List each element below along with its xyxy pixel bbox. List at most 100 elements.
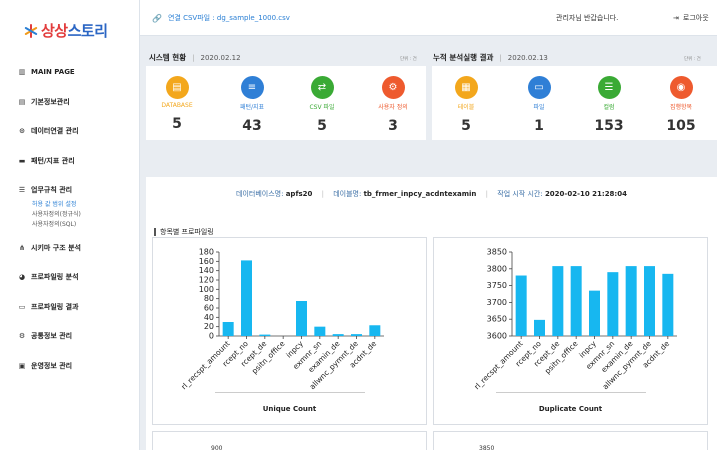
y-tick-label: 140 [199, 266, 214, 275]
stat-user-define: ⚙ 사용자 정의 3 [363, 66, 423, 134]
stat-label: 사용자 정의 [378, 104, 408, 111]
y-tick-label: 3700 [487, 298, 507, 307]
chart-title: Unique Count [262, 405, 317, 413]
sidebar-item-profiling-analysis[interactable]: ◕ 프로파일링 분석 [18, 271, 136, 283]
bar [607, 272, 619, 336]
sidebar-item-label: MAIN PAGE [31, 68, 75, 76]
system-status-date: 2020.02.12 [200, 54, 241, 62]
stat-label: 컬럼 [603, 104, 615, 111]
logo-text-a: 상상 [41, 22, 68, 40]
sidebar-item-common-info[interactable]: ⚙ 공통정보 관리 [18, 330, 136, 342]
bar [662, 273, 674, 336]
bar [625, 266, 637, 336]
stat-database: ▤ DATABASE 5 [147, 66, 207, 132]
sidebar-item-pattern[interactable]: ▬ 패턴/지표 관리 [18, 155, 136, 167]
sidebar-item-label: 패턴/지표 관리 [31, 156, 75, 165]
sidebar-item-main-page[interactable]: ▥ MAIN PAGE [18, 66, 136, 78]
cumulative-panel: ▦ 테이블 5 ▭ 파일 1 ☰ 컬럼 153 ◉ 집행항목 105 [432, 66, 717, 140]
stat-label: 집행항목 [669, 104, 693, 111]
sidebar-nav: ▥ MAIN PAGE ▤ 기본정보관리 ⊙ 데이터연결 관리 ▬ 패턴/지표 관리 ☰… [18, 66, 136, 389]
link-icon: ⊙ [19, 127, 25, 135]
cumulative-date: 2020.02.13 [507, 54, 548, 62]
bar [515, 275, 527, 336]
sidebar-item-label: 프로파일링 결과 [31, 302, 79, 311]
pattern-icon: ≡ [240, 76, 264, 99]
bar [314, 326, 326, 336]
y-tick-label: 60 [204, 304, 214, 313]
y-tick-label: 0 [209, 332, 214, 341]
chart-svg: 360036503700375038003850rl_recspt_amount… [472, 248, 677, 391]
db-label: 데이터베이스명: [236, 190, 284, 198]
bar-chart-icon: ▥ [18, 68, 26, 76]
section-title: 항목별 프로파일링 [154, 227, 214, 237]
system-status-header: 시스템 현황 | 2020.02.12 [149, 53, 241, 62]
y-tick-label: 100 [199, 285, 214, 294]
logout-label: 로그아웃 [682, 14, 709, 22]
duplicate-count-chart: 3600 3650 3700 3750 3800 3850 rl_recspt_amount… [433, 237, 708, 425]
y-tick-label: 900 [211, 445, 223, 450]
bar [570, 266, 582, 336]
job-info: 데이터베이스명: apfs20 | 데이블명: tb_frmer_inpcy_a… [236, 190, 627, 198]
top-bar: 🔗 연결 CSV파일 : dg_sample_1000.csv 관리자님 반갑습… [140, 0, 717, 36]
sidebar-item-basic-info[interactable]: ▤ 기본정보관리 [18, 96, 136, 108]
stat-value: 5 [461, 118, 471, 134]
sidebar-item-profiling-result[interactable]: ▭ 프로파일링 결과 [18, 301, 136, 313]
logout-button[interactable]: ⇥ 로그아웃 [673, 13, 709, 23]
bar [351, 334, 362, 336]
sidebar-item-schema[interactable]: ⋔ 시키마 구조 분석 [18, 242, 136, 254]
logout-icon: ⇥ [673, 14, 679, 22]
cumulative-title: 누적 분석실행 결과 [433, 53, 494, 62]
y-tick-label: 3600 [487, 332, 507, 341]
monitor-icon: ▭ [18, 302, 26, 311]
sidebar: 상상스토리 ▥ MAIN PAGE ▤ 기본정보관리 ⊙ 데이터연결 관리 ▬ 패턴/지… [0, 0, 140, 450]
profiling-content: 데이터베이스명: apfs20 | 데이블명: tb_frmer_inpcy_a… [146, 177, 717, 450]
table-label: 데이블명: [333, 190, 362, 198]
bar [241, 260, 252, 336]
stat-label: 패턴/지표 [239, 104, 265, 111]
unique-count-chart: 0 20 40 60 80 100 120 140 160 180 rl_recspt_amount… [152, 237, 427, 425]
stat-label: CSV 파일 [309, 104, 335, 111]
cumulative-unit: 단위 : 건 [684, 57, 701, 62]
table-value: tb_frmer_inpcy_acdntexamin [363, 190, 477, 198]
sidebar-item-label: 프로파일링 분석 [31, 273, 79, 281]
stat-value: 105 [666, 118, 696, 134]
submenu-range-setting[interactable]: 허용 값 범위 설정 [32, 200, 136, 210]
sidebar-item-operation-info[interactable]: ▣ 운영정보 관리 [18, 360, 136, 372]
hierarchy-icon: ⋔ [19, 243, 25, 252]
pattern-icon: ▬ [18, 156, 26, 165]
system-status-panel: ▤ DATABASE 5 ≡ 패턴/지표 43 ⇄ CSV 파일 5 ⚙ 사용자 정의 3 [146, 66, 426, 140]
business-rules-submenu: 허용 값 범위 설정 사용자정의(정규식) 사용자정의(SQL) [32, 200, 136, 230]
csv-file-link[interactable]: 🔗 연결 CSV파일 : dg_sample_1000.csv [152, 13, 290, 23]
stat-column: ☰ 컬럼 153 [579, 66, 639, 134]
bar [589, 290, 600, 336]
stat-label: 파일 [533, 104, 545, 111]
sidebar-item-data-connection[interactable]: ⊙ 데이터연결 관리 [18, 125, 136, 137]
next-chart-left: 900 [152, 431, 427, 450]
sidebar-item-label: 기본정보관리 [31, 97, 70, 106]
y-tick-label: 3850 [487, 248, 507, 257]
bar [332, 334, 344, 336]
time-value: 2020-02-10 21:28:04 [544, 190, 627, 198]
bar [259, 334, 271, 336]
stat-csv-file: ⇄ CSV 파일 5 [292, 66, 352, 134]
stat-value: 3 [388, 118, 398, 134]
logo[interactable]: 상상스토리 [24, 20, 108, 41]
sidebar-item-label: 데이터연결 관리 [31, 127, 79, 135]
chart-svg: 020406080100120140160180rl_recspt_amount… [179, 248, 384, 391]
column-icon: ☰ [597, 76, 621, 99]
stat-label: 테이블 [457, 104, 475, 111]
stat-value: 43 [242, 118, 262, 134]
time-label: 작업 시작 시간: [497, 190, 543, 198]
stat-value: 1 [534, 118, 544, 134]
user-define-icon: ⚙ [381, 76, 405, 99]
logo-mark-icon [24, 23, 38, 38]
cumulative-header: 누적 분석실행 결과 | 2020.02.13 [433, 53, 548, 62]
sidebar-item-business-rules[interactable]: ☰ 업무규칙 관리 [18, 184, 136, 196]
submenu-regex[interactable]: 사용자정의(정규식) [32, 210, 136, 220]
system-status-title: 시스템 현황 [149, 53, 187, 62]
sidebar-item-label: 운영정보 관리 [31, 361, 73, 370]
calendar-icon: ▣ [18, 361, 26, 370]
execution-icon: ◉ [669, 76, 693, 99]
submenu-sql[interactable]: 사용자정의(SQL) [32, 220, 136, 230]
bar [552, 266, 564, 336]
